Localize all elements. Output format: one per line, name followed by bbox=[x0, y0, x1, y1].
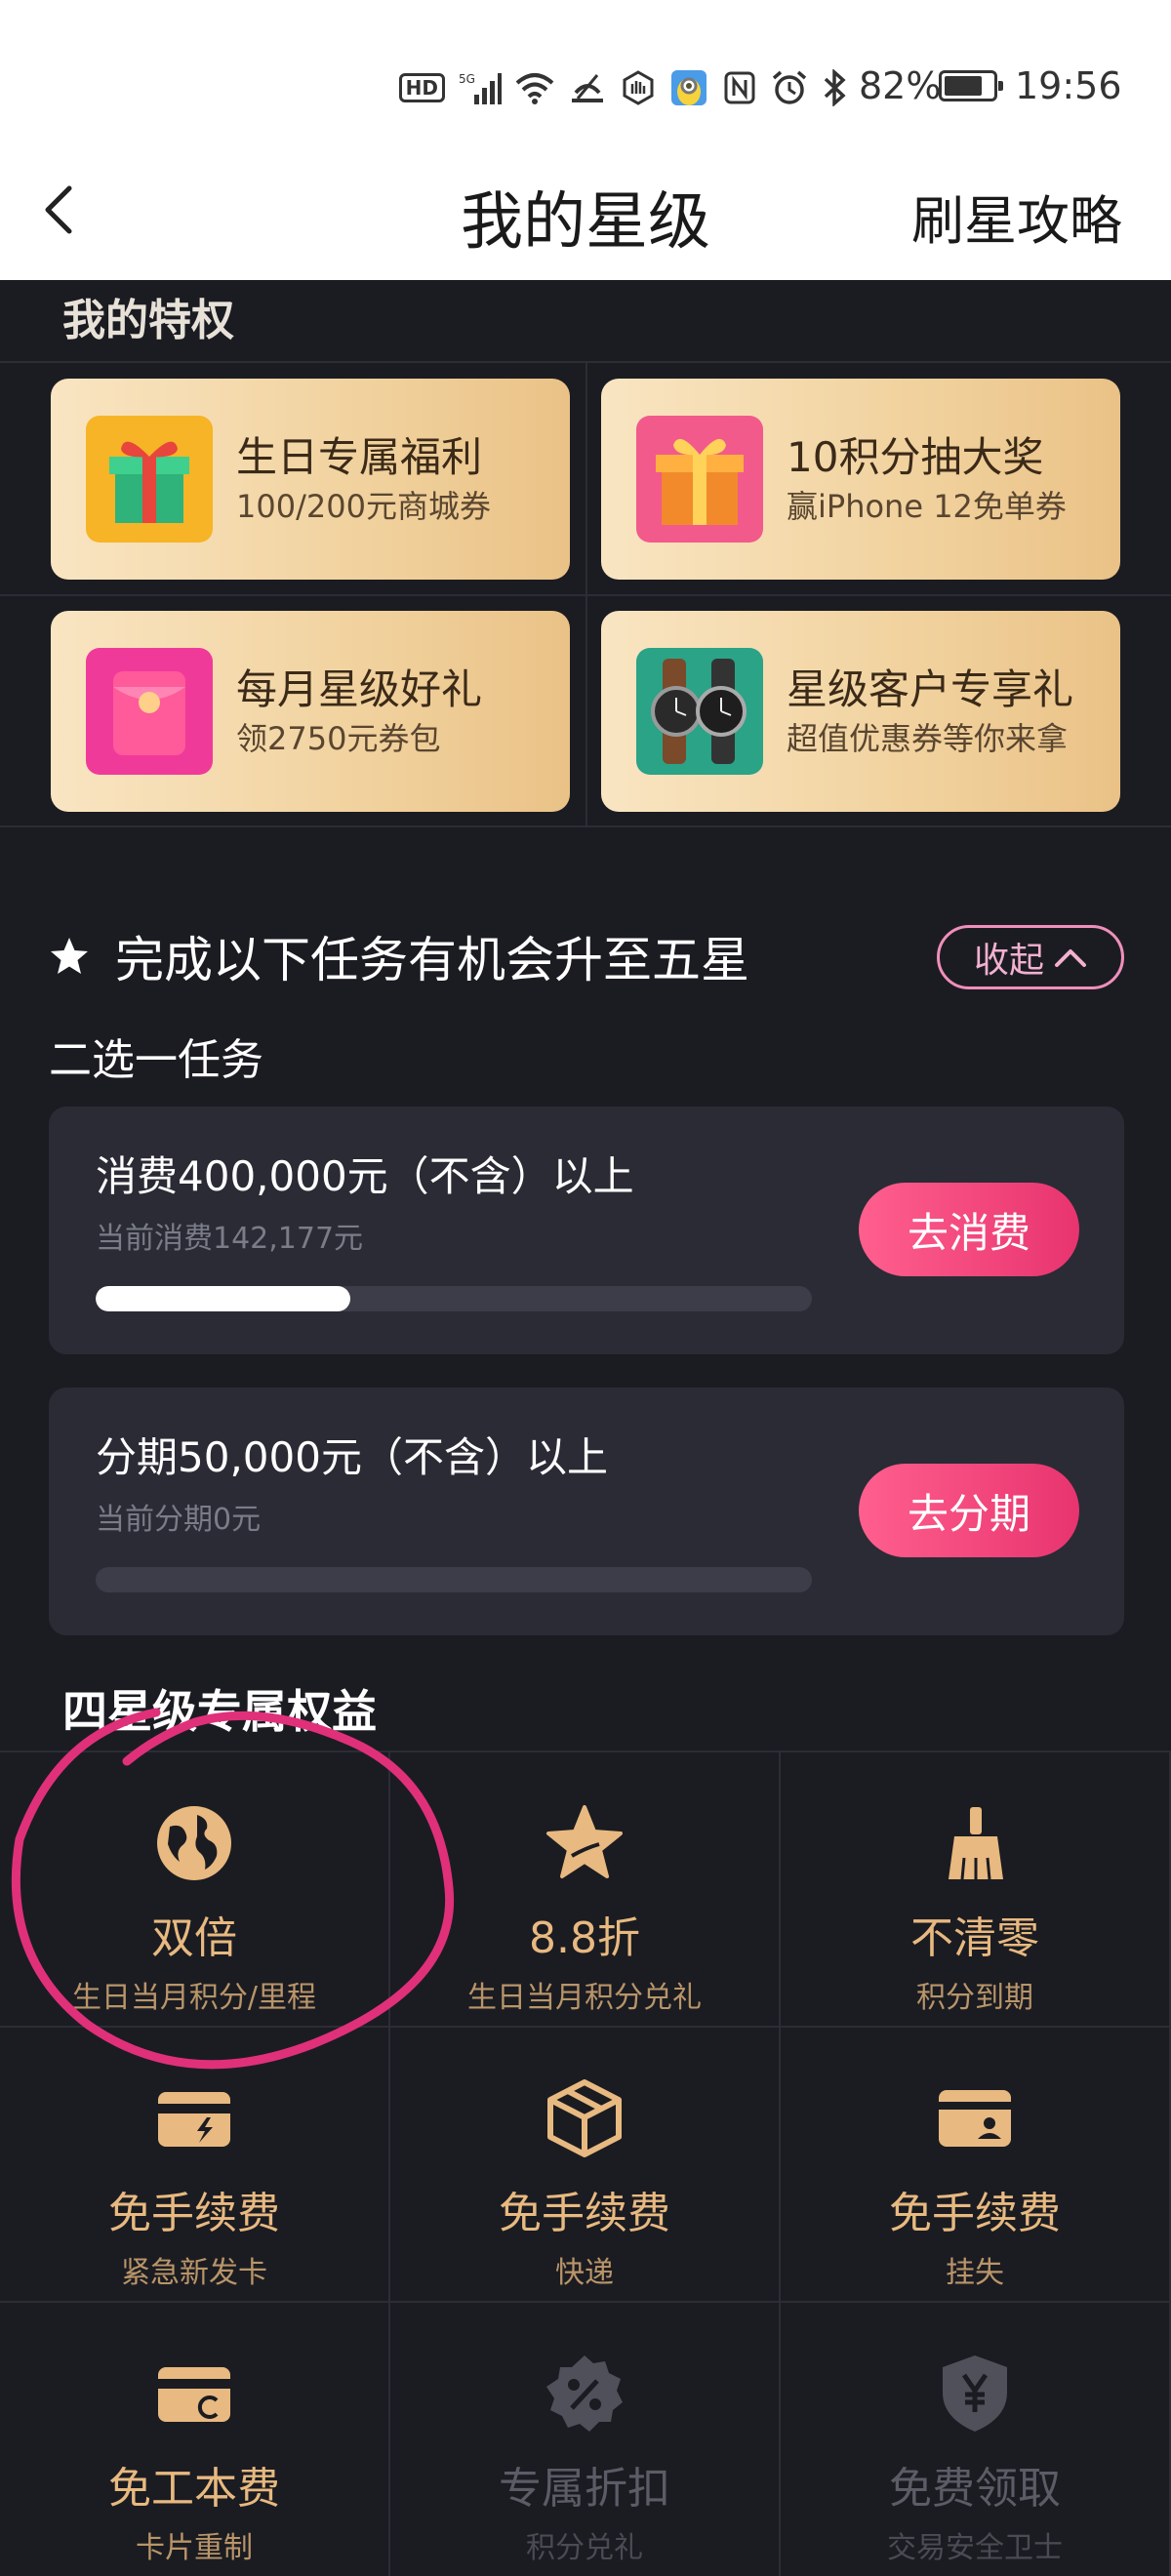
privilege-name: 生日专属福利 bbox=[236, 433, 483, 481]
benefit-name: 专属折扣 bbox=[499, 2464, 670, 2514]
shield-yuan-icon bbox=[933, 2352, 1017, 2435]
privilege-card-birthday[interactable]: 生日专属福利 100/200元商城券 bbox=[51, 379, 570, 580]
gift-box-icon bbox=[86, 416, 213, 543]
benefit-sub: 紧急新发卡 bbox=[121, 2256, 267, 2290]
privilege-sub: 赢iPhone 12免单券 bbox=[787, 488, 1067, 525]
privilege-card-vip-gift[interactable]: 星级客户专享礼 超值优惠券等你来拿 bbox=[601, 611, 1120, 812]
benefit-express[interactable]: 免手续费 快递 bbox=[390, 2028, 781, 2303]
minion-app-icon bbox=[669, 68, 708, 107]
benefit-emergency-card[interactable]: 免手续费 紧急新发卡 bbox=[0, 2028, 390, 2303]
smartwatch-icon bbox=[636, 648, 763, 775]
privilege-sub: 超值优惠券等你来拿 bbox=[787, 720, 1069, 757]
privileges-grid: 生日专属福利 100/200元商城券 10积分抽大奖 赢iPhone 12免单券… bbox=[0, 361, 1171, 827]
prize-gift-icon bbox=[636, 416, 763, 543]
benefit-sub: 交易安全卫士 bbox=[887, 2531, 1063, 2565]
benefit-card-reissue[interactable]: 免工本费 卡片重制 bbox=[0, 2303, 390, 2576]
star-icon bbox=[543, 1801, 626, 1885]
choose-one-title: 二选一任务 bbox=[49, 1035, 263, 1085]
card-refresh-icon bbox=[152, 2352, 236, 2435]
task-card-spending: 消费400,000元（不含）以上 当前消费142,177元 去消费 bbox=[49, 1107, 1124, 1354]
signal-icon: 5G bbox=[459, 68, 502, 107]
privilege-card-lottery[interactable]: 10积分抽大奖 赢iPhone 12免单券 bbox=[601, 379, 1120, 580]
privilege-sub: 100/200元商城券 bbox=[236, 488, 491, 525]
nfc-icon bbox=[722, 68, 757, 107]
chevron-up-icon bbox=[1055, 949, 1086, 967]
privilege-name: 10积分抽大奖 bbox=[787, 433, 1044, 481]
alarm-icon bbox=[771, 68, 808, 107]
status-clock: 19:56 bbox=[1015, 64, 1122, 107]
task-progress-bar bbox=[96, 1286, 812, 1311]
globe-icon bbox=[152, 1801, 236, 1885]
task-progress-bar bbox=[96, 1567, 812, 1592]
benefit-exclusive-discount[interactable]: 专属折扣 积分兑礼 bbox=[390, 2303, 781, 2576]
go-spend-button[interactable]: 去消费 bbox=[859, 1183, 1079, 1276]
tasks-header: 完成以下任务有机会升至五星 bbox=[49, 922, 749, 990]
task-progress-text: 当前分期0元 bbox=[96, 1503, 262, 1537]
benefit-sub: 积分兑礼 bbox=[526, 2531, 643, 2565]
privilege-sub: 领2750元券包 bbox=[236, 720, 441, 757]
task-progress-text: 当前消费142,177元 bbox=[96, 1222, 364, 1256]
benefit-sub: 卡片重制 bbox=[136, 2531, 253, 2565]
benefit-report-loss[interactable]: 免手续费 挂失 bbox=[781, 2028, 1171, 2303]
status-bar: HD 5G 82% 19:56 bbox=[0, 0, 1171, 166]
benefit-name: 免手续费 bbox=[499, 2189, 670, 2238]
benefit-sub: 快递 bbox=[555, 2256, 614, 2290]
hand-icon bbox=[621, 68, 656, 107]
collapse-button[interactable]: 收起 bbox=[937, 925, 1124, 989]
discount-badge-icon bbox=[543, 2352, 626, 2435]
benefit-sub: 生日当月积分/里程 bbox=[71, 1981, 317, 2015]
top-bar: HD 5G 82% 19:56 我的星级 刷星攻略 bbox=[0, 0, 1171, 280]
task-progress-fill bbox=[96, 1286, 350, 1311]
privilege-name: 每月星级好礼 bbox=[236, 665, 483, 713]
bluetooth-icon bbox=[822, 68, 847, 107]
status-icons: HD 5G bbox=[398, 68, 847, 107]
privilege-name: 星级客户专享礼 bbox=[787, 665, 1074, 713]
benefit-sub: 生日当月积分兑礼 bbox=[467, 1981, 702, 2015]
benefit-discount-88[interactable]: 8.8折 生日当月积分兑礼 bbox=[390, 1752, 781, 2028]
benefit-name: 免手续费 bbox=[889, 2189, 1061, 2238]
benefits-grid: 双倍 生日当月积分/里程 8.8折 生日当月积分兑礼 不清零 积分到期 免手续费… bbox=[0, 1751, 1171, 2576]
hotspot-icon bbox=[568, 68, 607, 107]
privileges-title: 我的特权 bbox=[62, 296, 234, 345]
collapse-label: 收起 bbox=[973, 941, 1044, 981]
card-lightning-icon bbox=[152, 2076, 236, 2160]
benefit-security-guard[interactable]: 免费领取 交易安全卫士 bbox=[781, 2303, 1171, 2576]
benefit-name: 免工本费 bbox=[108, 2464, 280, 2514]
benefits-title: 四星级专属权益 bbox=[62, 1685, 377, 1738]
battery-percentage: 82% bbox=[859, 64, 942, 107]
task-card-installment: 分期50,000元（不含）以上 当前分期0元 去分期 bbox=[49, 1388, 1124, 1635]
benefit-name: 双倍 bbox=[151, 1913, 237, 1963]
red-packet-icon bbox=[86, 648, 213, 775]
benefit-sub: 积分到期 bbox=[916, 1981, 1033, 2015]
benefit-sub: 挂失 bbox=[946, 2256, 1004, 2290]
benefit-double-points[interactable]: 双倍 生日当月积分/里程 bbox=[0, 1752, 390, 2028]
benefit-name: 免手续费 bbox=[108, 2189, 280, 2238]
star-icon bbox=[51, 938, 88, 974]
task-name: 分期50,000元（不含）以上 bbox=[96, 1433, 608, 1481]
broom-icon bbox=[933, 1801, 1017, 1885]
benefit-name: 不清零 bbox=[910, 1913, 1039, 1963]
hd-icon: HD bbox=[398, 73, 445, 102]
task-name: 消费400,000元（不含）以上 bbox=[96, 1152, 634, 1200]
package-icon bbox=[543, 2076, 626, 2160]
privilege-card-monthly-gift[interactable]: 每月星级好礼 领2750元券包 bbox=[51, 611, 570, 812]
tasks-title: 完成以下任务有机会升至五星 bbox=[115, 932, 749, 988]
benefit-name: 8.8折 bbox=[529, 1913, 640, 1963]
grid-divider bbox=[0, 594, 1171, 596]
go-installment-button[interactable]: 去分期 bbox=[859, 1464, 1079, 1557]
network-type-label: 5G bbox=[459, 72, 475, 86]
benefit-name: 免费领取 bbox=[889, 2464, 1061, 2514]
wifi-icon bbox=[515, 68, 554, 107]
battery-icon bbox=[939, 70, 1003, 101]
star-guide-link[interactable]: 刷星攻略 bbox=[911, 178, 1122, 255]
benefit-no-expiry[interactable]: 不清零 积分到期 bbox=[781, 1752, 1171, 2028]
card-user-icon bbox=[933, 2076, 1017, 2160]
